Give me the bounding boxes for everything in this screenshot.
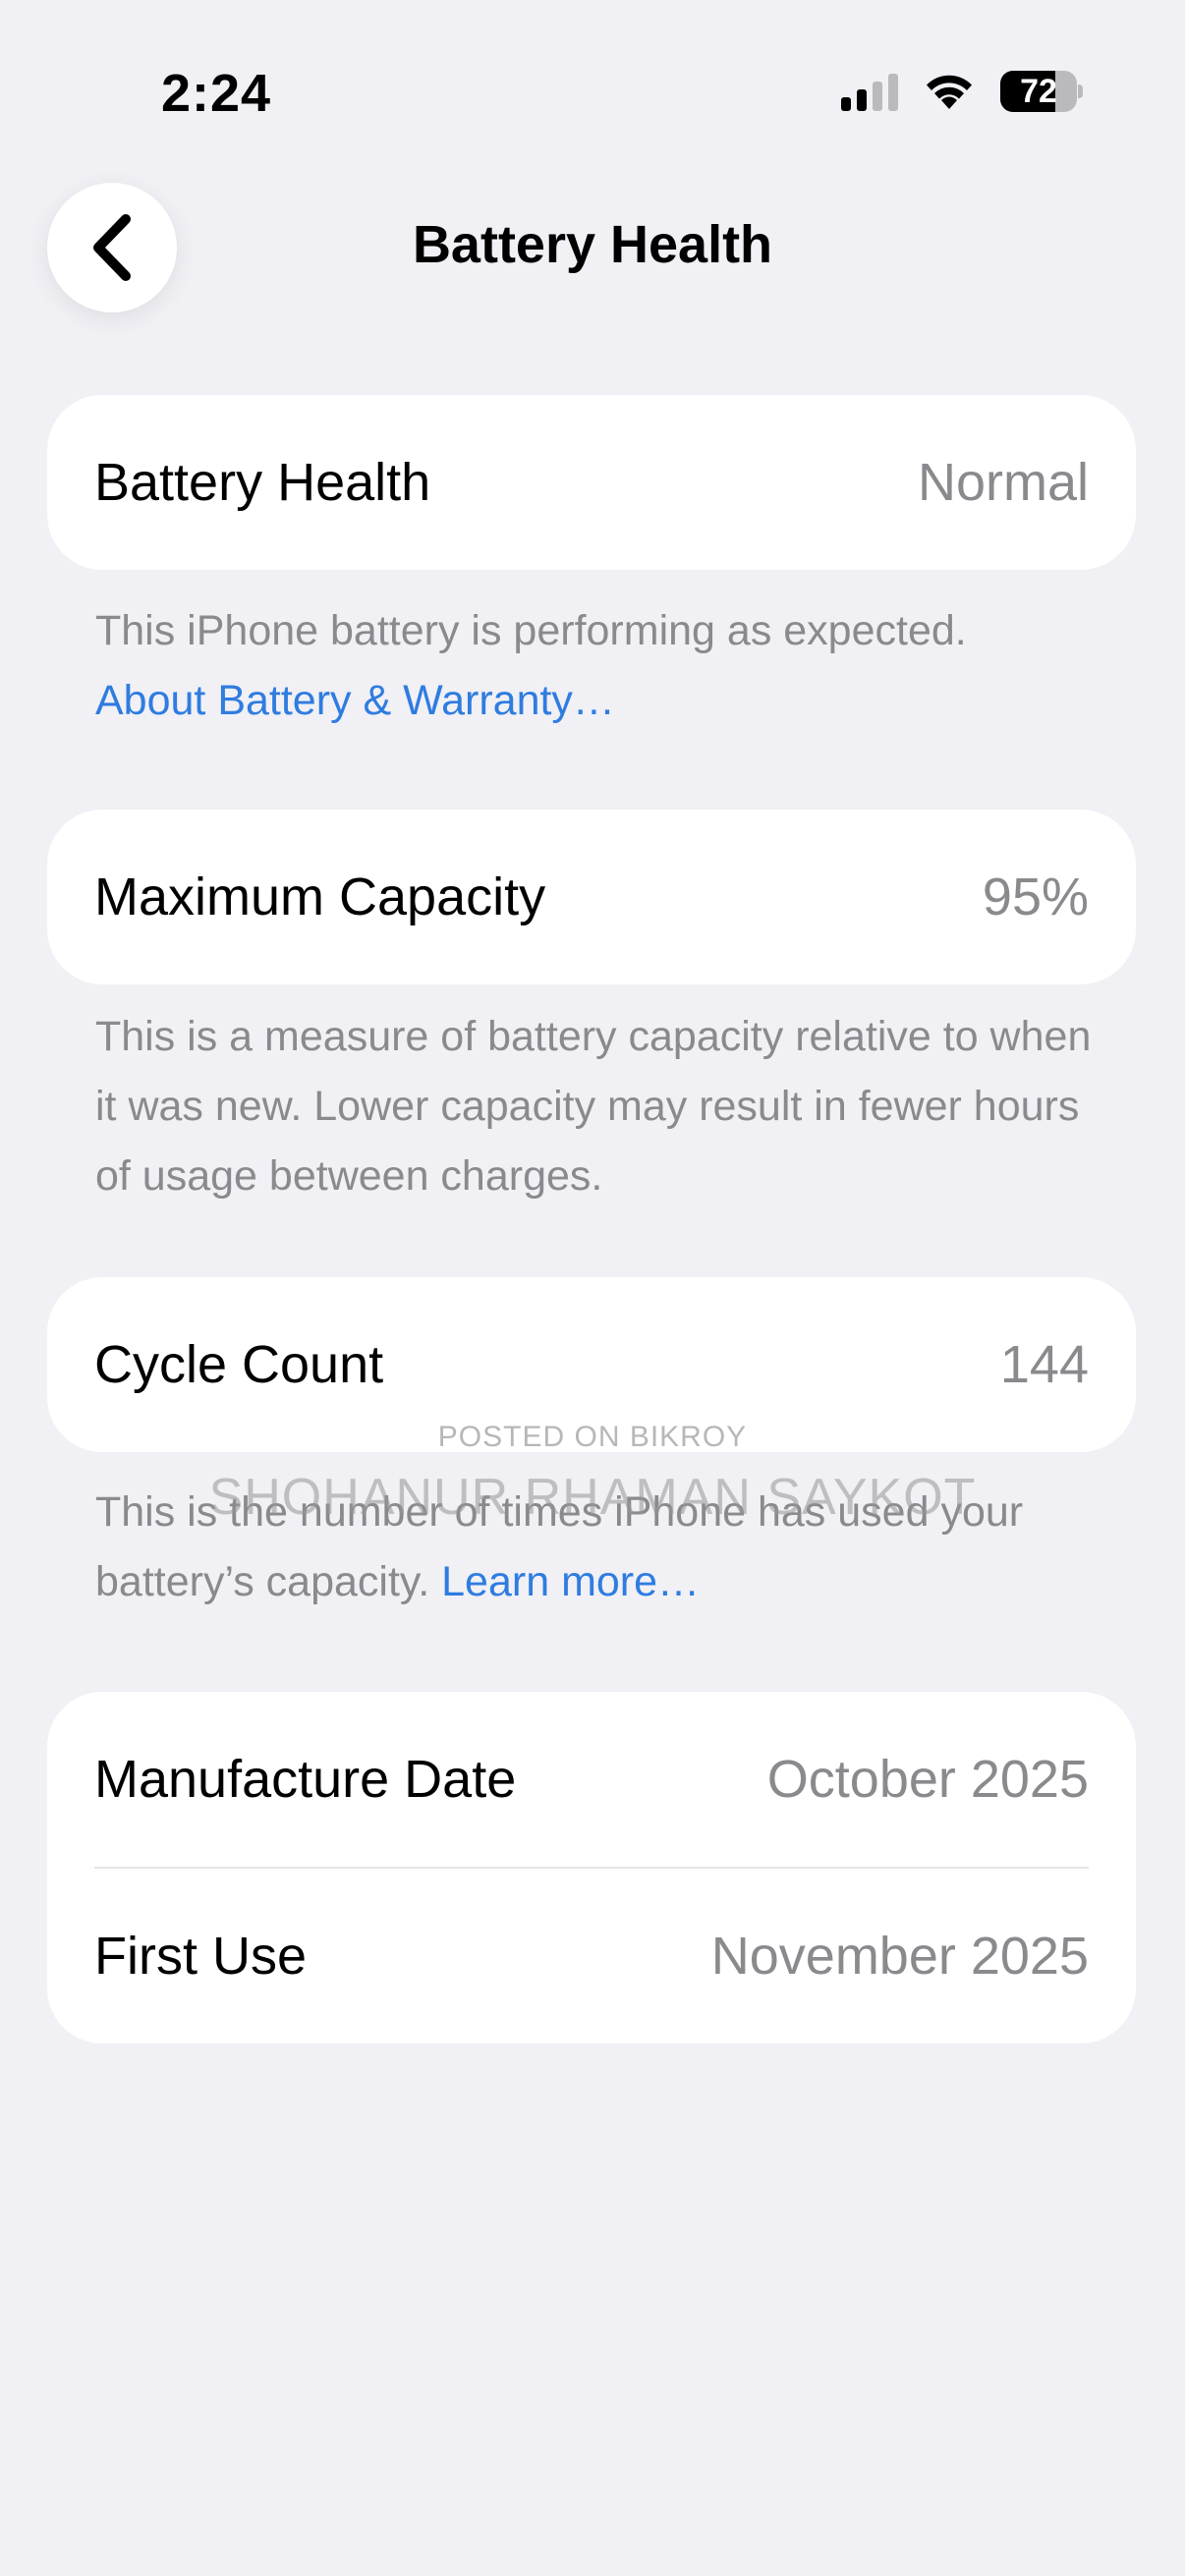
watermark-name: SHOHANUR RHAMAN SAYKOT [208,1469,977,1526]
manufacture-date-row: Manufacture Date October 2025 [47,1692,1136,1867]
status-bar: 2:24 72 [0,0,1185,177]
first-use-row: First Use November 2025 [47,1869,1136,2044]
dates-card: Manufacture Date October 2025 First Use … [47,1692,1136,2044]
page-title: Battery Health [412,215,773,274]
first-use-value: November 2025 [710,1927,1089,1986]
wifi-icon [927,75,972,109]
learn-more-link[interactable]: Learn more… [441,1558,700,1605]
status-time: 2:24 [161,64,272,123]
battery-health-card: Battery Health Normal [47,395,1136,570]
maximum-capacity-row: Maximum Capacity 95% [47,810,1136,984]
cycle-count-value: 144 [999,1335,1089,1394]
battery-health-value: Normal [917,453,1089,512]
maximum-capacity-label: Maximum Capacity [94,868,546,926]
battery-health-label: Battery Health [94,453,431,512]
battery-health-footnote: This iPhone battery is performing as exp… [95,596,1107,736]
cellular-signal-icon [841,72,898,111]
first-use-label: First Use [94,1927,307,1986]
status-icons: 72 [841,71,1083,112]
battery-icon: 72 [1000,71,1083,112]
cycle-count-label: Cycle Count [94,1335,384,1394]
battery-health-row: Battery Health Normal [47,395,1136,570]
watermark-posted-on: POSTED ON BIKROY [437,1421,748,1453]
manufacture-date-value: October 2025 [766,1750,1089,1809]
manufacture-date-label: Manufacture Date [94,1750,517,1809]
battery-level: 72 [1020,73,1057,110]
maximum-capacity-footnote: This is a measure of battery capacity re… [95,1013,1092,1200]
maximum-capacity-value: 95% [982,868,1089,926]
maximum-capacity-card: Maximum Capacity 95% [47,810,1136,984]
battery-health-description: This iPhone battery is performing as exp… [95,607,967,654]
about-battery-warranty-link[interactable]: About Battery & Warranty… [95,677,615,724]
